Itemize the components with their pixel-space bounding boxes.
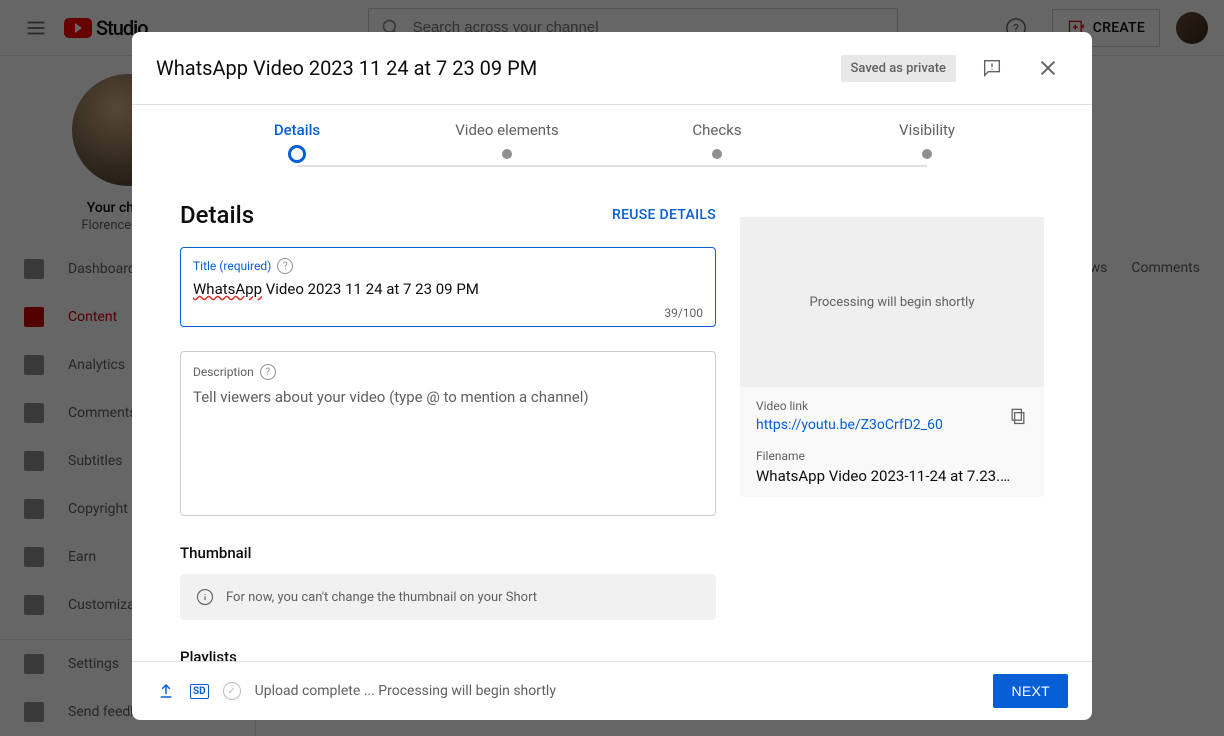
step-checks[interactable]: Checks bbox=[612, 121, 822, 163]
upload-dialog: WhatsApp Video 2023 11 24 at 7 23 09 PM … bbox=[132, 32, 1092, 720]
link-box: Video link https://youtu.be/Z3oCrfD2_60 … bbox=[740, 387, 1044, 497]
dialog-title: WhatsApp Video 2023 11 24 at 7 23 09 PM bbox=[156, 56, 825, 80]
playlists-heading: Playlists bbox=[180, 648, 716, 661]
dialog-header: WhatsApp Video 2023 11 24 at 7 23 09 PM … bbox=[132, 32, 1092, 104]
dialog-body: Details REUSE DETAILS Title (required) ?… bbox=[132, 171, 1092, 661]
saved-badge: Saved as private bbox=[841, 55, 956, 82]
video-link-label: Video link bbox=[756, 399, 943, 413]
feedback-button[interactable] bbox=[972, 48, 1012, 88]
description-placeholder: Tell viewers about your video (type @ to… bbox=[193, 388, 703, 406]
step-dot-icon bbox=[922, 149, 932, 159]
info-icon bbox=[196, 588, 214, 606]
step-video-elements[interactable]: Video elements bbox=[402, 121, 612, 163]
sd-badge: SD bbox=[190, 684, 209, 699]
feedback-icon bbox=[981, 57, 1003, 79]
step-dot-icon bbox=[502, 149, 512, 159]
reuse-details-button[interactable]: REUSE DETAILS bbox=[612, 207, 716, 223]
title-input[interactable]: WhatsApp Video 2023 11 24 at 7 23 09 PM bbox=[193, 280, 703, 298]
thumbnail-note: For now, you can't change the thumbnail … bbox=[180, 574, 716, 620]
help-icon[interactable]: ? bbox=[260, 364, 276, 380]
help-icon[interactable]: ? bbox=[277, 258, 293, 274]
close-icon bbox=[1037, 57, 1059, 79]
copy-link-button[interactable] bbox=[1008, 406, 1028, 426]
filename-value: WhatsApp Video 2023-11-24 at 7.23.09… bbox=[756, 467, 1016, 485]
stepper: Details Video elements Checks Visibility bbox=[132, 105, 1092, 171]
left-column: Details REUSE DETAILS Title (required) ?… bbox=[180, 179, 716, 637]
step-details[interactable]: Details bbox=[192, 121, 402, 163]
video-link[interactable]: https://youtu.be/Z3oCrfD2_60 bbox=[756, 417, 943, 433]
right-column: Processing will begin shortly Video link… bbox=[740, 179, 1044, 637]
check-icon: ✓ bbox=[223, 682, 241, 700]
step-dot-icon bbox=[288, 145, 306, 163]
title-field[interactable]: Title (required) ? WhatsApp Video 2023 1… bbox=[180, 247, 716, 327]
step-dot-icon bbox=[712, 149, 722, 159]
title-label: Title (required) bbox=[193, 259, 271, 273]
title-counter: 39/100 bbox=[193, 306, 703, 320]
step-visibility[interactable]: Visibility bbox=[822, 121, 1032, 163]
thumbnail-heading: Thumbnail bbox=[180, 544, 716, 562]
copy-icon bbox=[1008, 406, 1028, 426]
next-button[interactable]: NEXT bbox=[993, 674, 1068, 708]
upload-icon bbox=[156, 681, 176, 701]
close-button[interactable] bbox=[1028, 48, 1068, 88]
dialog-footer: SD ✓ Upload complete ... Processing will… bbox=[132, 661, 1092, 720]
upload-status: Upload complete ... Processing will begi… bbox=[255, 683, 556, 699]
modal-overlay: WhatsApp Video 2023 11 24 at 7 23 09 PM … bbox=[0, 0, 1224, 736]
details-heading: Details bbox=[180, 201, 254, 229]
description-field[interactable]: Description ? Tell viewers about your vi… bbox=[180, 351, 716, 516]
preview-placeholder: Processing will begin shortly bbox=[740, 217, 1044, 387]
description-label: Description bbox=[193, 365, 254, 379]
filename-label: Filename bbox=[756, 449, 1028, 463]
